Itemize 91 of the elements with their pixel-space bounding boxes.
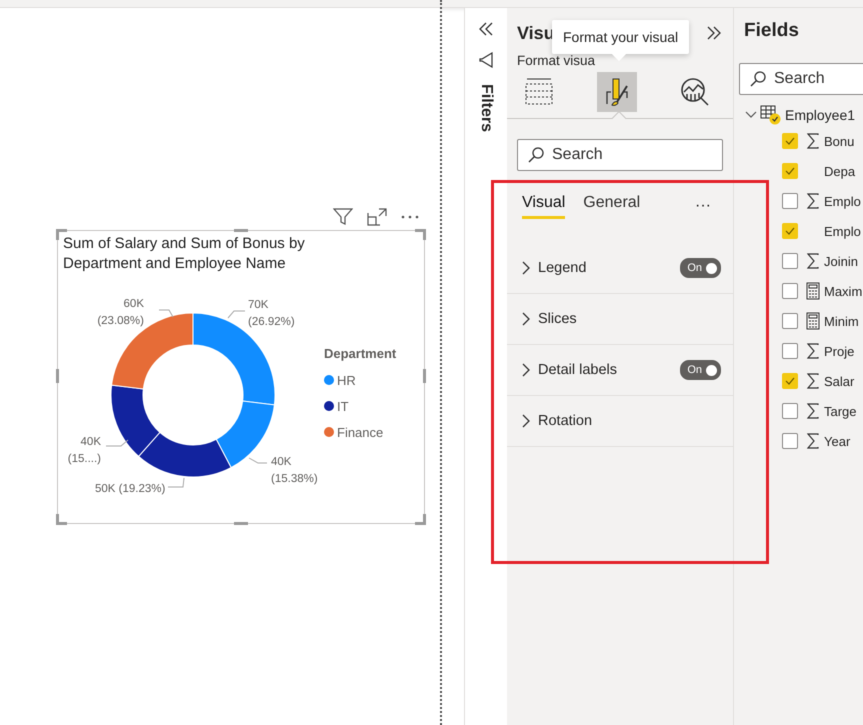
data-label: 50K (19.23%) (95, 483, 166, 495)
leader-line (158, 310, 174, 318)
data-label: 70K (26.92%) (248, 299, 295, 328)
resize-handle[interactable] (56, 514, 67, 525)
filters-label[interactable]: Filters (477, 84, 495, 132)
calculator-icon (806, 312, 820, 330)
field-name[interactable]: Proje (824, 344, 854, 358)
resize-handle[interactable] (415, 514, 426, 525)
pane-tab[interactable]: General (583, 194, 640, 218)
leader-line (228, 310, 246, 318)
legend-label: HR (337, 372, 356, 388)
search-icon (528, 147, 544, 163)
field-name[interactable]: Emplo (824, 194, 861, 208)
section-label[interactable]: Rotation (538, 413, 592, 429)
tooltip: Format your visual (552, 20, 690, 54)
leader-line (248, 458, 268, 464)
search-field[interactable]: Search (739, 63, 863, 95)
pane-tab[interactable]: Visual (522, 194, 566, 218)
chevron-right-icon[interactable] (522, 414, 530, 428)
section-label[interactable]: Slices (538, 311, 577, 327)
resize-handle[interactable] (415, 229, 426, 240)
checkmark-icon (785, 227, 795, 235)
dashed-grid-icon (523, 77, 555, 107)
toggle-switch[interactable]: On (680, 360, 721, 380)
legend-title: Department (324, 346, 396, 361)
donut-slice[interactable] (110, 384, 160, 457)
checkbox[interactable] (782, 373, 798, 389)
checkmark-icon (785, 377, 795, 385)
checkbox[interactable] (782, 403, 798, 419)
sigma-icon (807, 403, 819, 419)
field-name[interactable]: Joinin (824, 254, 858, 268)
sigma-icon (807, 133, 819, 149)
chevron-down-icon[interactable] (745, 111, 757, 119)
field-name[interactable]: Year (824, 434, 850, 448)
toggle-switch[interactable]: On (680, 258, 721, 278)
sigma-icon (807, 193, 819, 209)
checkbox[interactable] (782, 193, 798, 209)
search-icon (750, 71, 766, 87)
checkbox[interactable] (782, 283, 798, 299)
donut-slice[interactable] (138, 432, 232, 478)
resize-handle[interactable] (234, 229, 248, 232)
data-label: 60K (23.08%) (97, 298, 144, 327)
section-label[interactable]: Legend (538, 260, 586, 276)
expand-icon[interactable] (707, 26, 721, 40)
pane-subtitle: Format visua (517, 53, 596, 68)
filter-icon[interactable] (333, 208, 353, 226)
search-field[interactable]: Search (517, 139, 723, 171)
focus-mode-icon[interactable] (367, 208, 387, 226)
field-name[interactable]: Bonu (824, 134, 854, 148)
magnifier-chart-icon (679, 76, 711, 108)
field-name[interactable]: Emplo (824, 224, 861, 238)
legend-label: IT (337, 398, 349, 414)
chevron-right-icon[interactable] (522, 312, 530, 326)
filter-icon[interactable] (479, 52, 493, 68)
resize-handle[interactable] (56, 369, 59, 383)
chart-title: Sum of Salary and Sum of Bonus by Department and Employee Name (63, 234, 306, 274)
sigma-icon (807, 253, 819, 269)
resize-handle[interactable] (234, 522, 248, 525)
table-name[interactable]: Employee1 (785, 107, 856, 123)
checkbox[interactable] (782, 223, 798, 239)
sigma-icon (807, 373, 819, 389)
field-name[interactable]: Depa (824, 164, 856, 178)
checkbox[interactable] (782, 313, 798, 329)
resize-handle[interactable] (423, 369, 426, 383)
checkbox[interactable] (782, 133, 798, 149)
leader-line (106, 440, 128, 446)
more-options-button[interactable]: ··· (695, 197, 711, 215)
data-label: 40K (15....) (68, 436, 101, 465)
field-name[interactable]: Targe (824, 404, 857, 418)
more-options-icon[interactable] (401, 215, 419, 219)
field-name[interactable]: Minim (824, 314, 859, 328)
checkmark-icon (785, 137, 795, 145)
collapse-icon[interactable] (479, 22, 493, 36)
sigma-icon (807, 343, 819, 359)
field-name[interactable]: Salar (824, 374, 854, 388)
checkbox[interactable] (782, 343, 798, 359)
format-visual-button[interactable] (597, 72, 637, 112)
checkbox[interactable] (782, 163, 798, 179)
field-name[interactable]: Maxim (824, 284, 862, 298)
checkbox[interactable] (782, 253, 798, 269)
leader-line (168, 478, 184, 488)
sigma-icon (807, 433, 819, 449)
chevron-right-icon[interactable] (522, 261, 530, 275)
calculator-icon (806, 282, 820, 300)
legend-label: Finance (337, 424, 384, 440)
checkbox[interactable] (782, 433, 798, 449)
data-label: 40K (15.38%) (271, 456, 318, 485)
checkmark-icon (785, 167, 795, 175)
chevron-right-icon[interactable] (522, 363, 530, 377)
section-label[interactable]: Detail labels (538, 362, 617, 378)
pane-title: Fields (743, 19, 800, 43)
